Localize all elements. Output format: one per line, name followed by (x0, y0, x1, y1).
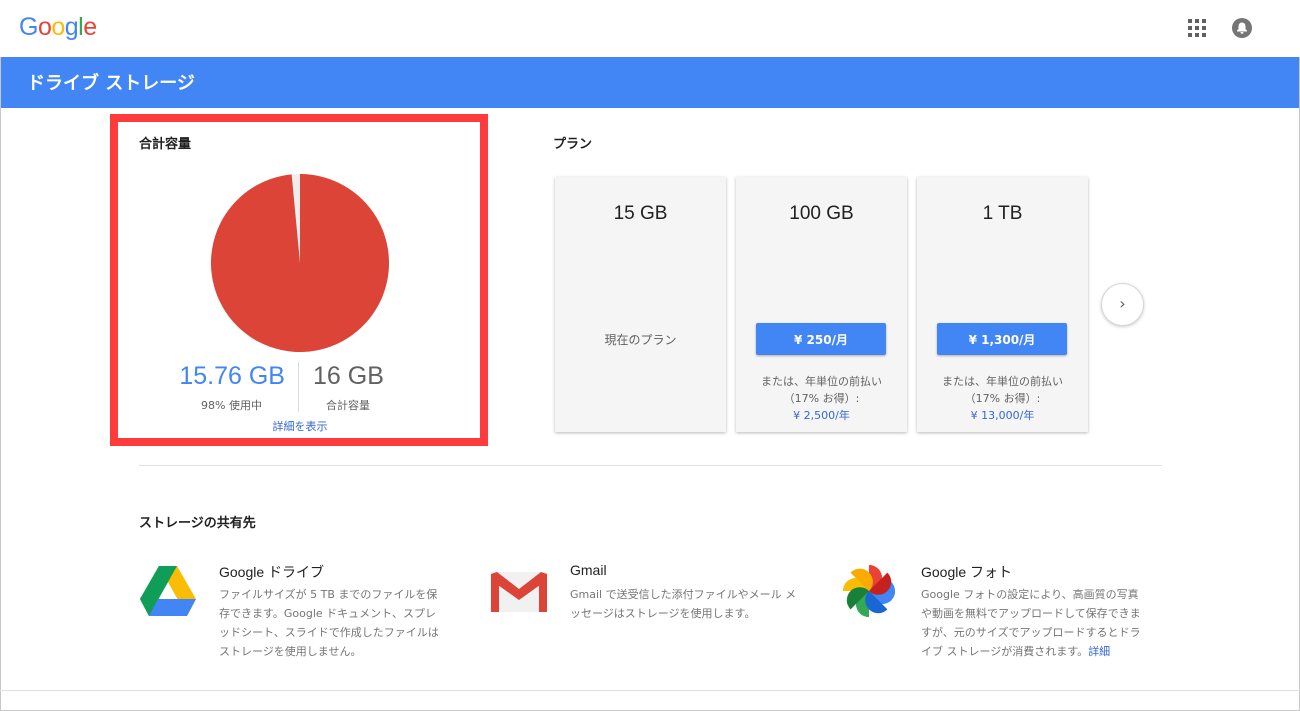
apps-grid-icon[interactable] (1188, 19, 1206, 37)
used-storage-value: 15.76 GB (179, 362, 285, 390)
google-drive-icon (140, 566, 196, 616)
logo-letter: e (83, 13, 97, 41)
annual-price-link[interactable]: ¥ 13,000/年 (917, 407, 1088, 423)
annual-note: または、年単位の前払い（17% お得）: (942, 375, 1063, 405)
view-details-link[interactable]: 詳細を表示 (240, 418, 360, 434)
chevron-right-icon: › (1119, 294, 1126, 313)
service-desc-gmail: Gmail で送受信した添付ファイルやメール メ ッセージはストレージを使用しま… (570, 588, 797, 620)
photos-details-link[interactable]: 詳細 (1088, 645, 1110, 658)
logo-letter: g (64, 13, 79, 41)
shared-storage-heading: ストレージの共有先 (139, 516, 256, 531)
google-logo[interactable]: Google (19, 13, 97, 42)
buy-1tb-button[interactable]: ¥ 1,300/月 (937, 323, 1067, 355)
title-bar: ドライブ ストレージ (1, 57, 1299, 108)
total-storage-heading: 合計容量 (139, 137, 192, 152)
current-plan-label: 現在のプラン (604, 333, 677, 347)
plan-size: 1 TB (982, 203, 1023, 224)
total-storage-label: 合計容量 (326, 399, 370, 412)
annual-price-link[interactable]: ¥ 2,500/年 (736, 407, 907, 423)
page-title: ドライブ ストレージ (27, 73, 195, 94)
footer-divider (0, 690, 1300, 691)
logo-letter: o (37, 13, 52, 41)
google-photos-icon (843, 565, 895, 617)
service-desc-drive: ファイルサイズが 5 TB までのファイルを保 存できます。Google ドキュ… (219, 588, 439, 658)
plan-card-15gb: 15 GB 現在のプラン (555, 177, 726, 432)
plan-size: 15 GB (613, 203, 668, 224)
used-percent-label: 98% 使用中 (201, 399, 262, 412)
section-divider (139, 465, 1162, 466)
storage-pie-chart (211, 174, 389, 352)
logo-letter: o (51, 13, 65, 41)
account-circle-icon[interactable] (1231, 17, 1253, 39)
service-name-gmail: Gmail (570, 562, 607, 578)
service-desc-photos: Google フォトの設定により、高画質の写真 や動画を無料でアップロードして保… (921, 585, 1171, 661)
plan-card-1tb: 1 TB ¥ 1,300/月 または、年単位の前払い（17% お得）: ¥ 13… (917, 177, 1088, 432)
plan-card-100gb: 100 GB ¥ 250/月 または、年単位の前払い（17% お得）: ¥ 2,… (736, 177, 907, 432)
annual-note: または、年単位の前払い（17% お得）: (761, 375, 882, 405)
buy-100gb-button[interactable]: ¥ 250/月 (756, 323, 886, 355)
plan-size: 100 GB (789, 203, 854, 224)
top-header: Google (0, 0, 1300, 57)
next-plans-button[interactable]: › (1101, 283, 1144, 326)
total-storage-value: 16 GB (313, 362, 384, 390)
plans-heading: プラン (553, 137, 593, 152)
service-name-drive: Google ドライブ (219, 564, 325, 580)
storage-divider (298, 362, 299, 412)
service-name-photos: Google フォト (921, 564, 1013, 580)
logo-letter: G (19, 13, 38, 41)
pie-used-slice (211, 174, 389, 352)
gmail-icon (491, 572, 547, 612)
